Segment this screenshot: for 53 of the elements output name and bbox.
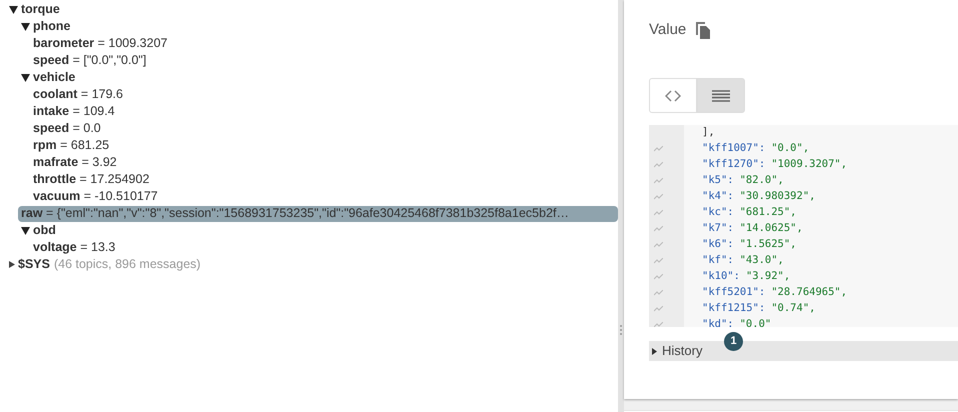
- tree-node[interactable]: vehicle: [18, 70, 78, 86]
- code-view-button[interactable]: [649, 78, 697, 113]
- collapse-arrow-icon: [21, 226, 30, 234]
- copy-icon[interactable]: [696, 22, 710, 38]
- count-badge: 1: [724, 332, 743, 351]
- value-heading: Value: [649, 20, 686, 40]
- chart-icon[interactable]: [654, 274, 663, 280]
- code-line: "kff1007": "0.0",: [702, 141, 810, 156]
- chart-icon[interactable]: [654, 290, 663, 296]
- code-line: "k6": "1.5625",: [702, 237, 797, 252]
- code-line: "k5": "82.0",: [702, 173, 784, 188]
- topic-value[interactable]: voltage = 13.3: [30, 240, 118, 256]
- topic-value[interactable]: throttle = 17.254902: [30, 172, 152, 188]
- code-line: "k10": "3.92",: [702, 269, 790, 284]
- list-view-button[interactable]: [697, 78, 745, 113]
- code-line: "k7": "14.0625",: [702, 221, 803, 236]
- chart-icon[interactable]: [654, 306, 663, 312]
- chart-icon[interactable]: [654, 178, 663, 184]
- topic-value[interactable]: intake = 109.4: [30, 104, 118, 120]
- chart-icon[interactable]: [654, 322, 663, 327]
- topic-value[interactable]: vacuum = -10.510177: [30, 188, 161, 204]
- expand-arrow-icon: [9, 261, 15, 268]
- list-lines-icon: [712, 90, 730, 102]
- tree-node[interactable]: torque: [6, 2, 63, 18]
- collapse-arrow-icon: [21, 74, 30, 82]
- code-brackets-icon: [665, 90, 681, 102]
- code-line: ],: [702, 125, 715, 140]
- chart-icon[interactable]: [654, 146, 663, 152]
- topic-value[interactable]: mafrate = 3.92: [30, 154, 120, 170]
- code-line: "kff1215": "0.74",: [702, 301, 816, 316]
- expand-arrow-icon: [652, 348, 657, 354]
- code-line: "k4": "30.980392",: [702, 189, 816, 204]
- chart-icon[interactable]: [654, 258, 663, 264]
- code-line: "kff1270": "1009.3207",: [702, 157, 848, 172]
- code-line: "kc": "681.25",: [702, 205, 797, 220]
- resize-handle-icon[interactable]: [619, 324, 623, 338]
- tree-node[interactable]: obd: [18, 222, 59, 238]
- tree-node[interactable]: phone: [18, 18, 74, 34]
- chart-icon[interactable]: [654, 242, 663, 248]
- code-line: "kd": "0.0": [702, 317, 772, 327]
- code-line: "kf": "43.0",: [702, 253, 784, 268]
- chart-icon[interactable]: [654, 194, 663, 200]
- tree-node[interactable]: $SYS (46 topics, 896 messages): [6, 256, 204, 272]
- code-line: "kff5201": "28.764965",: [702, 285, 848, 300]
- topic-value[interactable]: speed = 0.0: [30, 120, 104, 136]
- topic-value[interactable]: coolant = 179.6: [30, 86, 126, 102]
- chart-icon[interactable]: [654, 226, 663, 232]
- topic-value[interactable]: barometer = 1009.3207: [30, 36, 170, 52]
- chart-icon[interactable]: [654, 162, 663, 168]
- topic-value[interactable]: rpm = 681.25: [30, 138, 112, 154]
- topic-value[interactable]: speed = ["0.0","0.0"]: [30, 52, 150, 68]
- topic-value[interactable]: raw = {"eml":"nan","v":"8","session":"1568931753235","id":"96afe30425468f7381b325f8a1ec5b2f…: [18, 206, 618, 222]
- chart-icon[interactable]: [654, 210, 663, 216]
